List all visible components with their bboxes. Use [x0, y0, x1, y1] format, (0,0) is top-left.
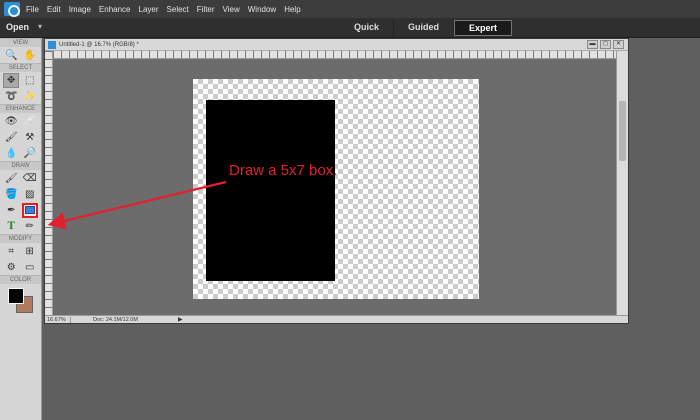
- paint-bucket-tool-icon[interactable]: 🪣: [3, 187, 19, 202]
- vertical-scrollbar[interactable]: [616, 51, 628, 316]
- lasso-tool-icon[interactable]: ➰: [3, 89, 19, 104]
- rectangle-shape-tool-icon[interactable]: [21, 202, 38, 218]
- content-aware-move-tool-icon[interactable]: ⚙: [3, 260, 19, 275]
- sponge-tool-icon[interactable]: 🔎: [22, 146, 38, 161]
- image-canvas[interactable]: [193, 79, 479, 299]
- recompose-tool-icon[interactable]: ⊞: [22, 244, 38, 259]
- tab-quick[interactable]: Quick: [340, 20, 395, 36]
- section-label-draw: DRAW: [0, 161, 41, 170]
- minimize-icon[interactable]: ▬: [587, 40, 598, 49]
- document-app-icon: [48, 41, 56, 49]
- magic-wand-tool-icon[interactable]: ✨: [22, 89, 38, 104]
- eyedropper-tool-icon[interactable]: ✒: [3, 203, 19, 218]
- brush-tool-icon[interactable]: 🖌: [3, 171, 19, 186]
- vertical-ruler: [45, 51, 53, 316]
- open-button[interactable]: Open: [6, 22, 29, 32]
- section-label-view: VIEW: [0, 38, 41, 47]
- spot-healing-tool-icon[interactable]: 🩹: [22, 114, 38, 129]
- document-title: Untitled-1 @ 16.7% (RGB/8) *: [59, 41, 139, 48]
- move-tool-icon[interactable]: ✥: [3, 72, 20, 88]
- menu-bar: File Edit Image Enhance Layer Select Fil…: [0, 0, 700, 18]
- zoom-level[interactable]: 16.67%: [45, 316, 71, 323]
- tab-expert[interactable]: Expert: [454, 20, 513, 36]
- app-logo-icon[interactable]: [4, 2, 20, 17]
- section-label-enhance: ENHANCE: [0, 104, 41, 113]
- menu-image[interactable]: Image: [69, 5, 91, 14]
- menu-file[interactable]: File: [26, 5, 39, 14]
- horizontal-ruler: [53, 51, 618, 59]
- menu-select[interactable]: Select: [167, 5, 189, 14]
- gradient-tool-icon[interactable]: ▨: [22, 187, 38, 202]
- document-titlebar[interactable]: Untitled-1 @ 16.7% (RGB/8) * ▬ ◻ ✕: [45, 39, 628, 51]
- tools-panel: VIEW 🔍 ✋ SELECT ✥ ⬚ ➰ ✨ ENHANCE 👁 🩹 🖌 ⚒ …: [0, 38, 42, 420]
- status-menu-arrow-icon[interactable]: ▶: [178, 316, 183, 323]
- section-label-color: COLOR: [0, 275, 41, 284]
- foreground-color-swatch[interactable]: [8, 288, 24, 304]
- eraser-tool-icon[interactable]: ⌫: [22, 171, 38, 186]
- menu-enhance[interactable]: Enhance: [99, 5, 131, 14]
- type-tool-icon[interactable]: T: [3, 219, 19, 234]
- close-icon[interactable]: ✕: [613, 40, 624, 49]
- zoom-tool-icon[interactable]: 🔍: [3, 48, 19, 63]
- hand-tool-icon[interactable]: ✋: [22, 48, 38, 63]
- mode-tabs: Quick Guided Expert: [340, 20, 513, 36]
- status-bar: 16.67% Doc: 24.1M/12.0M ▶: [45, 315, 628, 323]
- color-swatches: [0, 284, 41, 320]
- blur-tool-icon[interactable]: 💧: [3, 146, 19, 161]
- doc-size: Doc: 24.1M/12.0M: [93, 316, 138, 323]
- menu-view[interactable]: View: [223, 5, 240, 14]
- black-rectangle-layer: [206, 100, 335, 281]
- marquee-tool-icon[interactable]: ⬚: [22, 73, 38, 88]
- menu-window[interactable]: Window: [248, 5, 276, 14]
- crop-tool-icon[interactable]: ⌗: [3, 244, 19, 259]
- straighten-tool-icon[interactable]: ▭: [22, 260, 38, 275]
- menu-layer[interactable]: Layer: [139, 5, 159, 14]
- section-label-modify: MODIFY: [0, 234, 41, 243]
- menu-filter[interactable]: Filter: [197, 5, 215, 14]
- menu-edit[interactable]: Edit: [47, 5, 61, 14]
- open-dropdown-chevron-icon[interactable]: ▾: [38, 22, 42, 31]
- tab-guided[interactable]: Guided: [394, 20, 455, 36]
- section-label-select: SELECT: [0, 63, 41, 72]
- clone-stamp-tool-icon[interactable]: ⚒: [22, 130, 38, 145]
- red-eye-tool-icon[interactable]: 👁: [3, 114, 19, 129]
- annotation-text: Draw a 5x7 box.: [229, 162, 338, 179]
- smart-brush-tool-icon[interactable]: 🖌: [3, 130, 19, 145]
- mode-bar: Open ▾ Quick Guided Expert: [0, 18, 700, 38]
- scrollbar-thumb[interactable]: [619, 101, 626, 161]
- pencil-tool-icon[interactable]: ✏: [22, 219, 38, 234]
- document-window: Untitled-1 @ 16.7% (RGB/8) * ▬ ◻ ✕ 16.67…: [44, 38, 629, 324]
- menu-help[interactable]: Help: [284, 5, 300, 14]
- maximize-icon[interactable]: ◻: [600, 40, 611, 49]
